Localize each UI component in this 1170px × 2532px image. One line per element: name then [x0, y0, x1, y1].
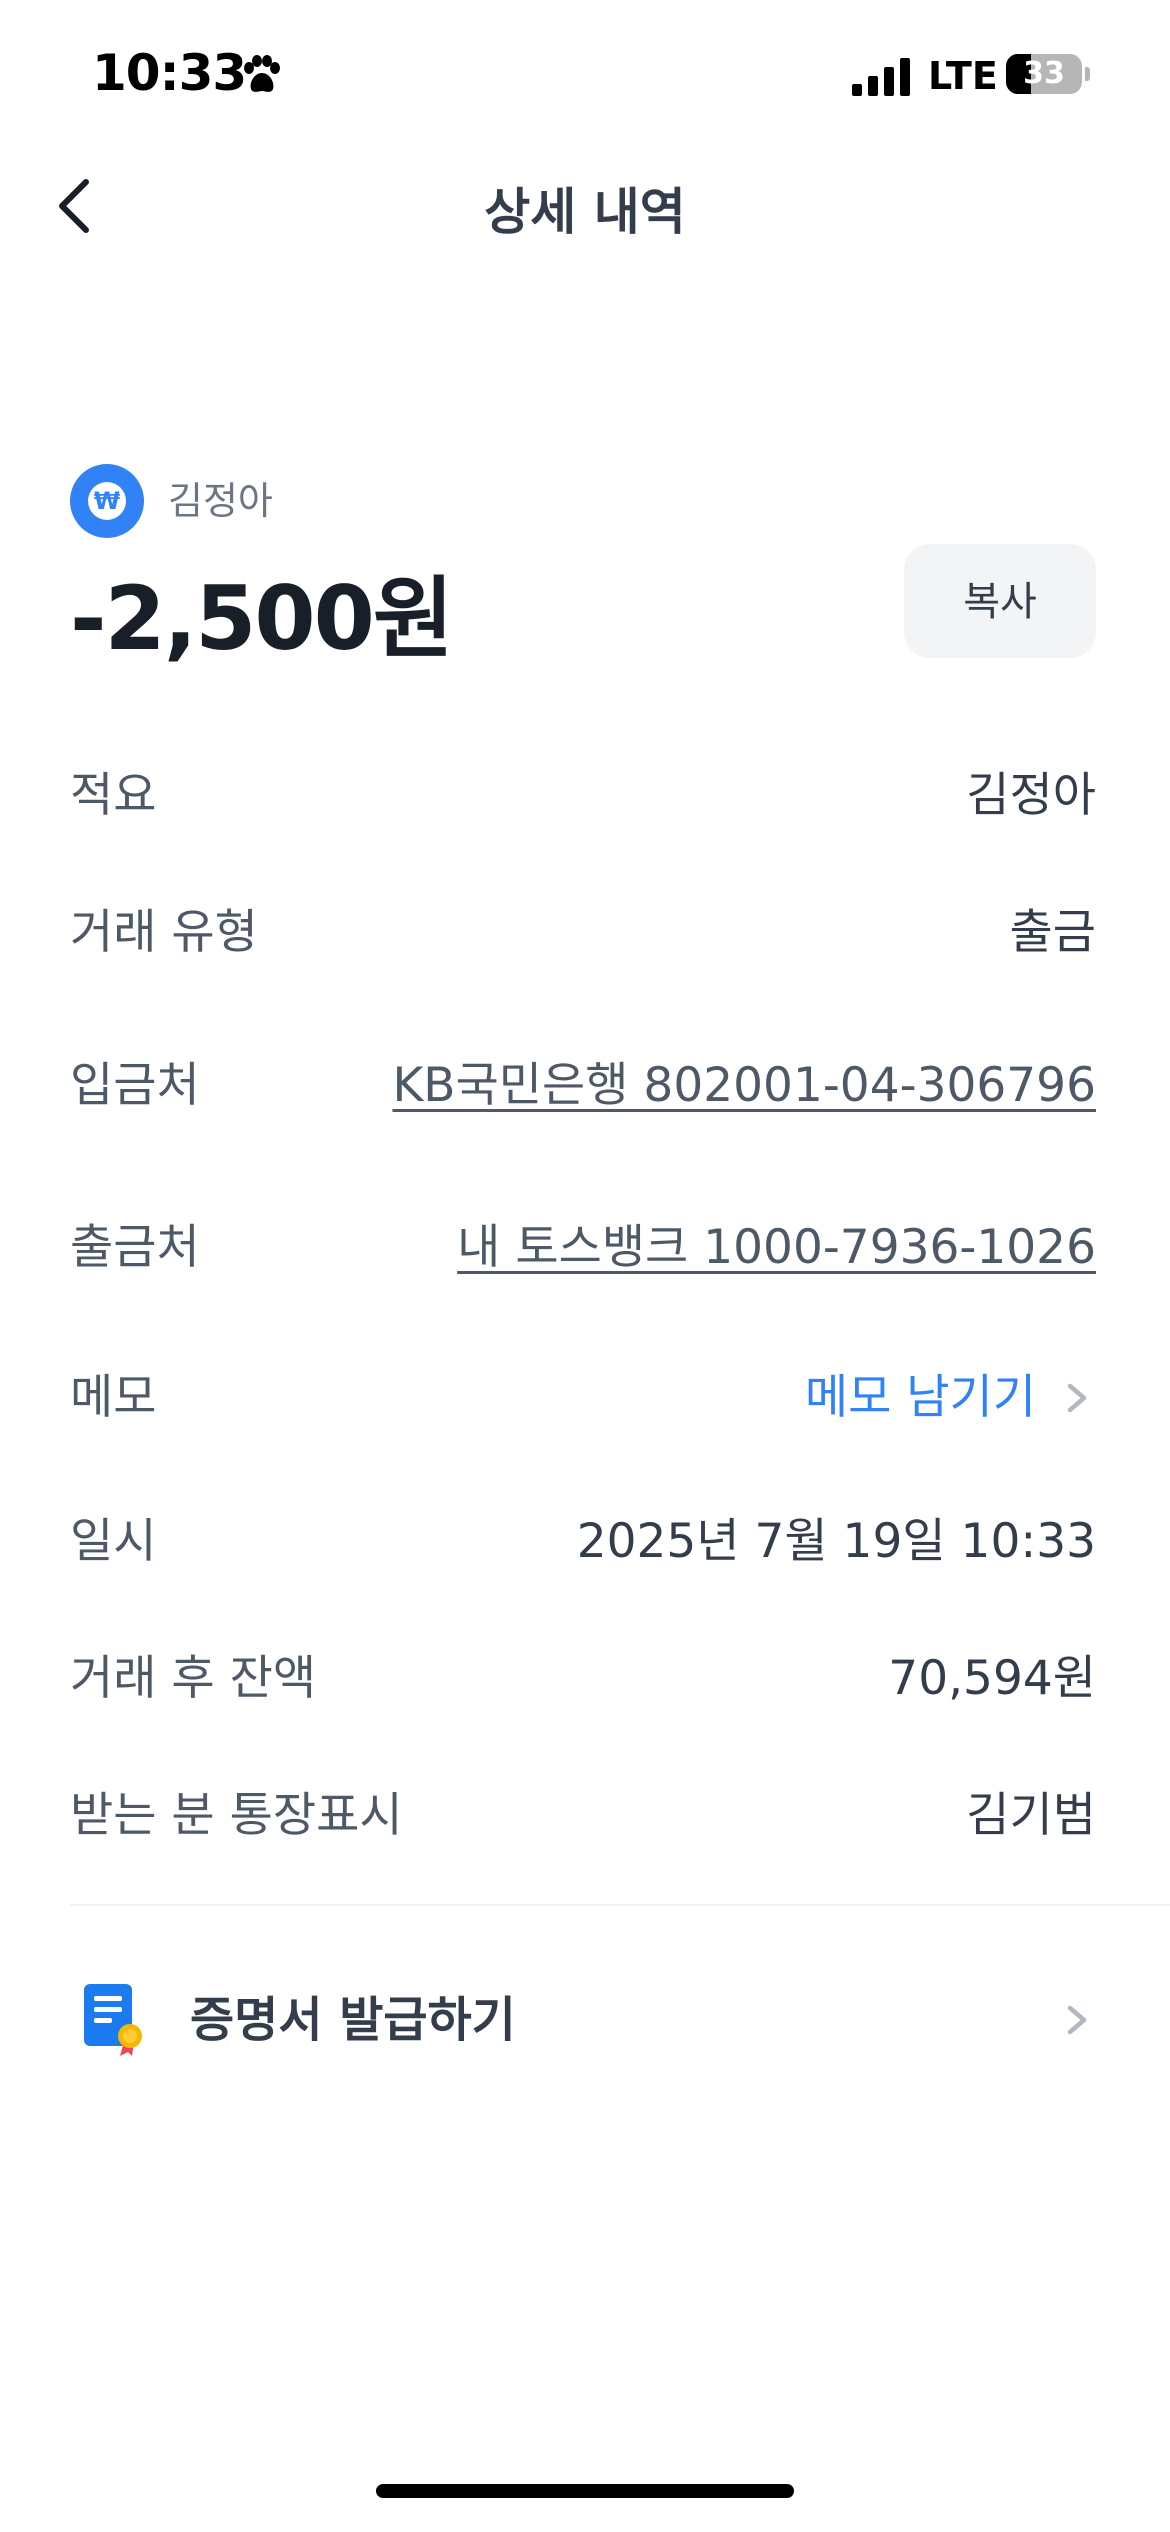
detail-label: 거래 유형 [70, 905, 258, 960]
detail-label: 출금처 [70, 1220, 200, 1275]
deposit-account-link[interactable]: KB국민은행 802001-04-306796 [392, 1046, 1096, 1126]
chevron-right-icon [1067, 2005, 1087, 2035]
home-indicator[interactable] [376, 2484, 794, 2498]
avatar-glyph: ₩ [88, 482, 126, 520]
copy-button[interactable]: 복사 [904, 544, 1096, 658]
detail-label: 입금처 [70, 1058, 200, 1113]
detail-value: 출금 [1009, 905, 1096, 960]
detail-label: 받는 분 통장표시 [70, 1788, 403, 1843]
withdrawal-account-link[interactable]: 내 토스뱅크 1000-7936-1026 [457, 1208, 1096, 1288]
page-title: 상세 내역 [484, 183, 686, 241]
leave-memo-link[interactable]: 메모 남기기 [805, 1358, 1036, 1438]
detail-row-withdrawal-account: 출금처 내 토스뱅크 1000-7936-1026 [70, 1208, 1096, 1288]
paw-icon [244, 55, 280, 92]
detail-row-memo-summary: 적요 김정아 [70, 756, 1096, 836]
detail-label: 메모 [70, 1370, 157, 1425]
detail-label: 일시 [70, 1514, 157, 1569]
detail-value: 김기범 [966, 1788, 1096, 1843]
battery-cap [1085, 67, 1090, 81]
certificate-icon [84, 1984, 142, 2056]
network-type: LTE [928, 54, 998, 98]
recipient-name: 김정아 [168, 479, 273, 523]
detail-row-balance-after: 거래 후 잔액 70,594원 [70, 1639, 1096, 1719]
chevron-right-icon [1067, 1383, 1087, 1413]
detail-row-memo[interactable]: 메모 메모 남기기 [70, 1358, 1096, 1438]
detail-row-recipient-display: 받는 분 통장표시 김기범 [70, 1776, 1096, 1856]
detail-value: 70,594원 [888, 1651, 1096, 1706]
detail-value: 2025년 7월 19일 10:33 [576, 1514, 1096, 1569]
divider [70, 1904, 1170, 1906]
cellular-signal-icon [852, 58, 910, 96]
issue-certificate-button[interactable]: 증명서 발급하기 [70, 1970, 1096, 2070]
detail-row-transaction-type: 거래 유형 출금 [70, 893, 1096, 973]
detail-row-datetime: 일시 2025년 7월 19일 10:33 [70, 1502, 1096, 1582]
won-icon: ₩ [70, 464, 144, 538]
detail-label: 거래 후 잔액 [70, 1651, 317, 1706]
detail-value: 김정아 [966, 768, 1096, 823]
detail-label: 적요 [70, 768, 157, 823]
status-time: 10:33 [92, 44, 247, 102]
battery-icon: 33 [1006, 54, 1082, 94]
detail-row-deposit-account: 입금처 KB국민은행 802001-04-306796 [70, 1046, 1096, 1126]
status-bar: 10:33 LTE 33 [0, 0, 1170, 150]
transaction-amount: -2,500원 [70, 567, 454, 670]
battery-level: 33 [1023, 56, 1065, 91]
certificate-label: 증명서 발급하기 [190, 1992, 516, 2048]
